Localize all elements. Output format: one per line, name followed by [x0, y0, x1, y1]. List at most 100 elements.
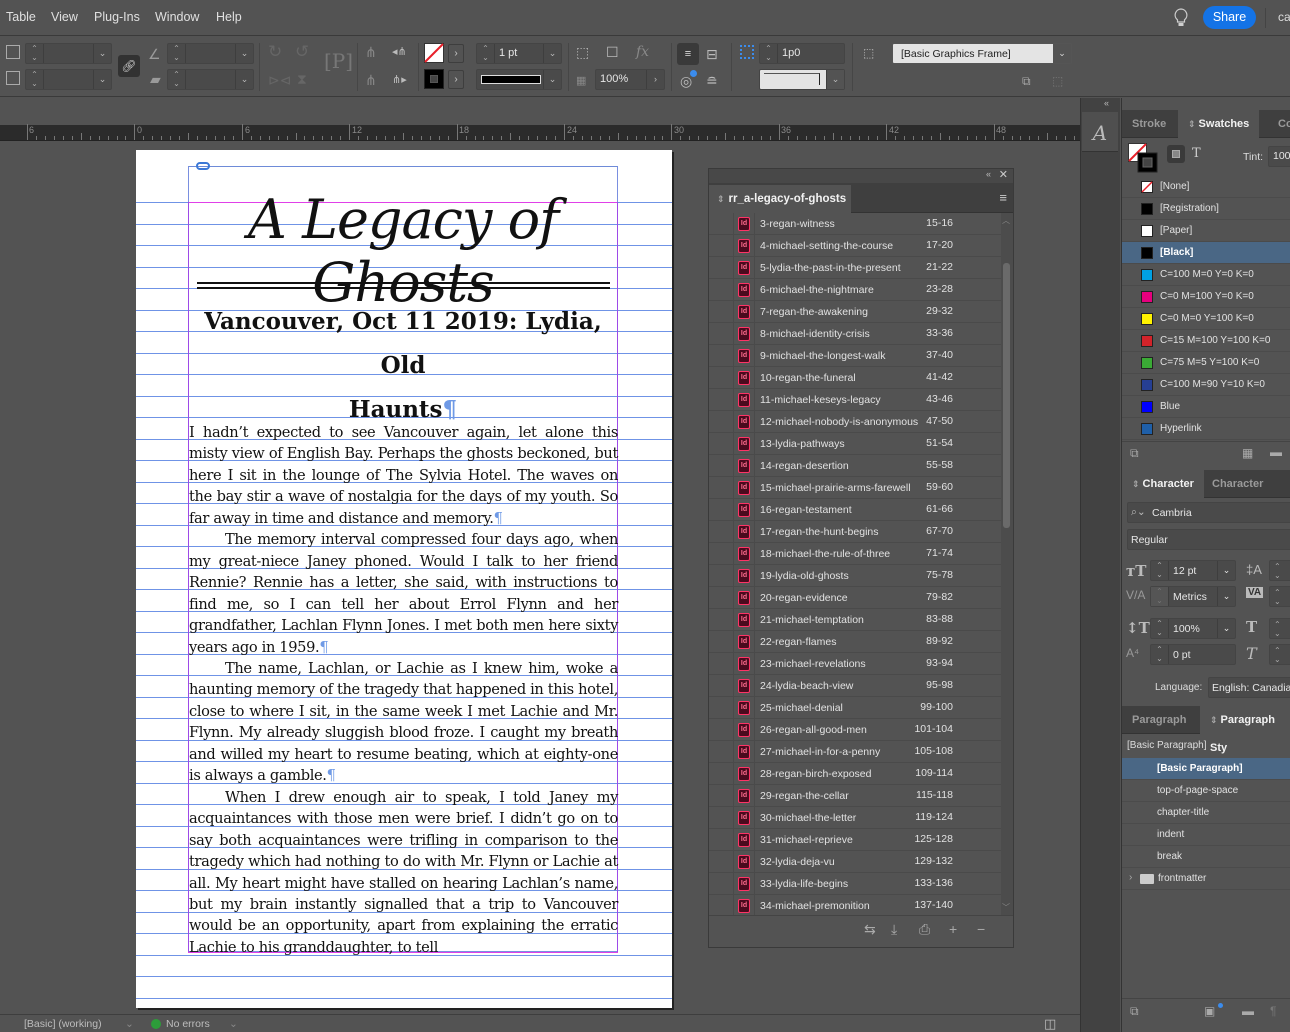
clear-non-defined-attributes-icon[interactable]: ⬚: [1052, 73, 1063, 89]
body-text[interactable]: I hadn’t expected to see Vancouver again…: [189, 422, 618, 958]
folder-icon[interactable]: ▬: [1270, 445, 1282, 459]
book-document-row[interactable]: Id 28-regan-birch-exposed 109-114: [709, 763, 1001, 785]
paragraph-style-item[interactable]: indent: [1122, 824, 1290, 846]
text-wrap-bounding-box-icon[interactable]: ⊟: [706, 46, 718, 62]
y-position-field[interactable]: ⌃ ⌄ ⌄: [25, 69, 112, 90]
corner-options-icon[interactable]: ☐: [606, 44, 619, 60]
menu-table[interactable]: Table: [6, 10, 36, 24]
book-document-row[interactable]: Id 10-regan-the-funeral 41-42: [709, 367, 1001, 389]
new-style-group-icon[interactable]: ▣: [1204, 1004, 1215, 1018]
threaded-link-icon[interactable]: [196, 162, 210, 170]
menu-view[interactable]: View: [51, 10, 78, 24]
account-label[interactable]: ca: [1278, 10, 1290, 24]
book-document-row[interactable]: Id 33-lydia-life-begins 133-136: [709, 873, 1001, 895]
split-window-icon[interactable]: ◫: [1044, 1016, 1056, 1032]
tab-character[interactable]: ⇕ Character: [1122, 470, 1204, 498]
book-title[interactable]: A Legacy of Ghosts: [188, 188, 618, 314]
auto-fit-frame-icon[interactable]: [740, 45, 754, 59]
paragraph-style-item[interactable]: break: [1122, 846, 1290, 868]
new-color-group-icon[interactable]: ⧉: [1130, 446, 1139, 461]
tab-character-styles[interactable]: Character Style: [1202, 470, 1290, 518]
paragraph-style-item[interactable]: top-of-page-space: [1122, 780, 1290, 802]
book-document-row[interactable]: Id 12-michael-nobody-is-anonymous 47-50: [709, 411, 1001, 433]
expand-dock-icon[interactable]: «: [1104, 98, 1109, 108]
preflight-profile[interactable]: [Basic] (working): [24, 1018, 102, 1030]
book-document-row[interactable]: Id 4-michael-setting-the-course 17-20: [709, 235, 1001, 257]
skew-field[interactable]: ⌃ ⌄: [1269, 644, 1290, 665]
add-document-icon[interactable]: +: [949, 921, 957, 937]
share-button[interactable]: Share: [1203, 6, 1256, 29]
constrain-proportions-link-icon[interactable]: 🔗︎: [118, 55, 140, 77]
swatch-view-icon[interactable]: ▦: [1242, 446, 1253, 460]
scroll-up-icon[interactable]: ︿: [1002, 215, 1010, 226]
swatch-row[interactable]: C=15 M=100 Y=100 K=0: [1122, 330, 1290, 352]
shear-field[interactable]: ⌃ ⌄ ⌄: [167, 69, 254, 90]
tab-book[interactable]: ⇕ rr_a-legacy-of-ghosts: [709, 185, 851, 213]
swatch-row[interactable]: C=100 M=90 Y=10 K=0: [1122, 374, 1290, 396]
swatch-row[interactable]: Blue: [1122, 396, 1290, 418]
swatch-row[interactable]: [Black]: [1122, 242, 1290, 264]
kerning-field[interactable]: ⌃ ⌄ Metrics ⌄: [1150, 586, 1236, 607]
book-document-row[interactable]: Id 27-michael-in-for-a-penny 105-108: [709, 741, 1001, 763]
tint-field[interactable]: 100: [1268, 146, 1290, 167]
scroll-thumb[interactable]: [1003, 263, 1010, 528]
swatch-row[interactable]: [Registration]: [1122, 198, 1290, 220]
baseline-shift-field[interactable]: ⌃ ⌄ 0 pt: [1150, 644, 1236, 665]
book-document-row[interactable]: Id 25-michael-denial 99-100: [709, 697, 1001, 719]
book-document-row[interactable]: Id 22-regan-flames 89-92: [709, 631, 1001, 653]
vertical-scale-field[interactable]: ⌃ ⌄ 100% ⌄: [1150, 618, 1236, 639]
book-document-row[interactable]: Id 26-regan-all-good-men 101-104: [709, 719, 1001, 741]
book-document-row[interactable]: Id 34-michael-premonition 137-140: [709, 895, 1001, 915]
horizontal-scale-field[interactable]: ⌃ ⌄: [1269, 618, 1290, 639]
horizontal-ruler[interactable]: 6 0 6 12 18 24 30 36 42 48: [0, 124, 1080, 141]
reference-point-p-icon[interactable]: [P]: [324, 51, 353, 71]
book-document-row[interactable]: Id 32-lydia-deja-vu 129-132: [709, 851, 1001, 873]
book-document-row[interactable]: Id 13-lydia-pathways 51-54: [709, 433, 1001, 455]
book-document-row[interactable]: Id 9-michael-the-longest-walk 37-40: [709, 345, 1001, 367]
clear-overrides-icon[interactable]: ⧉: [1022, 73, 1031, 89]
flip-vertical-icon[interactable]: ⧗: [297, 71, 307, 87]
select-previous-object-icon[interactable]: ◂⋔: [392, 44, 407, 60]
remove-document-icon[interactable]: −: [977, 921, 985, 937]
panel-menu-icon[interactable]: ≡: [999, 190, 1007, 205]
chevron-right-icon[interactable]: ›: [1129, 872, 1132, 883]
swatch-row[interactable]: [None]: [1122, 176, 1290, 198]
select-container-icon[interactable]: ⋔: [365, 44, 377, 60]
swatch-row[interactable]: C=100 M=0 Y=0 K=0: [1122, 264, 1290, 286]
print-icon[interactable]: ⎙: [919, 921, 930, 938]
font-family-field[interactable]: ⌕⌄ Cambria: [1127, 502, 1290, 523]
book-document-row[interactable]: Id 6-michael-the-nightmare 23-28: [709, 279, 1001, 301]
preflight-status[interactable]: No errors: [166, 1018, 210, 1030]
flip-horizontal-icon[interactable]: ⊳⊲: [268, 72, 291, 88]
book-document-row[interactable]: Id 31-michael-reprieve 125-128: [709, 829, 1001, 851]
tab-paragraph[interactable]: Paragraph: [1122, 706, 1196, 734]
paragraph-style-item[interactable]: chapter-title: [1122, 802, 1290, 824]
lightbulb-icon[interactable]: [1174, 8, 1188, 28]
chapter-title[interactable]: Vancouver, Oct 11 2019: Lydia, Old Haunt…: [188, 300, 618, 432]
swatch-row[interactable]: C=0 M=0 Y=100 K=0: [1122, 308, 1290, 330]
fill-none-swatch-icon[interactable]: [424, 43, 444, 63]
swatch-row[interactable]: C=0 M=100 Y=0 K=0: [1122, 286, 1290, 308]
load-styles-icon[interactable]: ⧉: [1130, 1004, 1139, 1019]
drop-shadow-icon[interactable]: ⬚: [576, 44, 589, 60]
book-document-row[interactable]: Id 18-michael-the-rule-of-three 71-74: [709, 543, 1001, 565]
style-group-frontmatter[interactable]: › frontmatter: [1122, 868, 1290, 890]
book-document-row[interactable]: Id 3-regan-witness 15-16: [709, 213, 1001, 235]
folder-icon[interactable]: ▬: [1242, 1004, 1254, 1018]
tracking-field[interactable]: ⌃ ⌄: [1269, 586, 1290, 607]
stroke-black-swatch-icon[interactable]: [424, 69, 444, 89]
swatch-row[interactable]: [Paper]: [1122, 220, 1290, 242]
language-dropdown[interactable]: English: Canadian: [1208, 677, 1290, 698]
fill-stroke-proxy-icon[interactable]: [1128, 143, 1158, 173]
stroke-weight-field[interactable]: ⌃ ⌄ 1 pt ⌄: [476, 43, 562, 64]
clear-overrides-icon[interactable]: ¶: [1270, 1004, 1276, 1018]
rotate-counterclockwise-icon[interactable]: ↺: [295, 43, 309, 60]
book-document-row[interactable]: Id 11-michael-keseys-legacy 43-46: [709, 389, 1001, 411]
tab-stroke[interactable]: Stroke: [1122, 110, 1176, 138]
book-document-row[interactable]: Id 15-michael-prairie-arms-farewell 59-60: [709, 477, 1001, 499]
scrollbar[interactable]: ︿ ﹀: [1001, 213, 1013, 915]
text-wrap-jump-object-icon[interactable]: ≘: [706, 73, 718, 89]
book-document-row[interactable]: Id 17-regan-the-hunt-begins 67-70: [709, 521, 1001, 543]
swatch-row[interactable]: C=75 M=5 Y=100 K=0: [1122, 352, 1290, 374]
book-document-row[interactable]: Id 21-michael-temptation 83-88: [709, 609, 1001, 631]
